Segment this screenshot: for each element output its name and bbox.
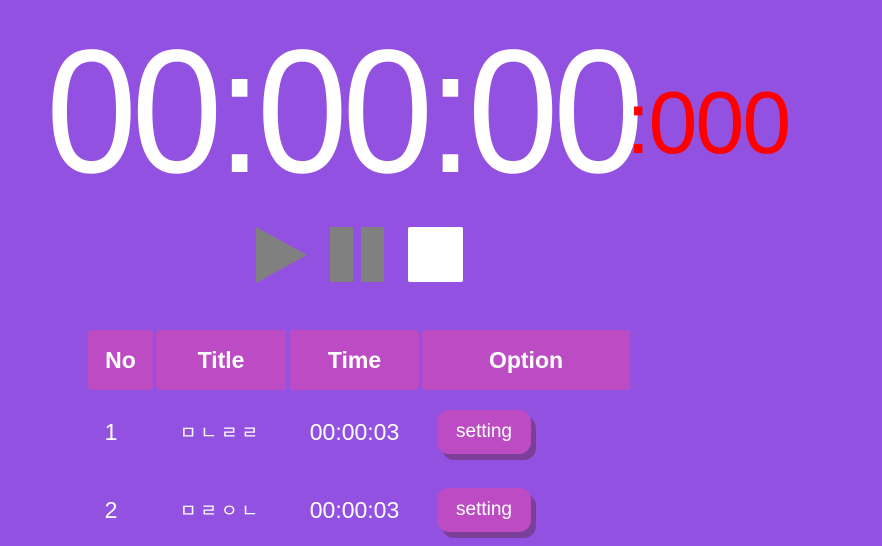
row-no: 2 [104,496,118,523]
play-button[interactable] [256,227,308,283]
header-option: Option [422,330,630,390]
header-no: No [88,330,153,390]
table-row: 2 ㅁㄹㅇㄴ 00:00:03 setting [88,480,648,540]
pause-button[interactable] [330,227,384,283]
row-option: setting [437,402,547,462]
row-title: ㅁㄴㄹㄹ [179,423,263,444]
table-row: 1 ㅁㄴㄹㄹ 00:00:03 setting [88,402,648,462]
row-title: ㅁㄹㅇㄴ [179,501,263,522]
header-title: Title [156,330,286,390]
setting-button[interactable]: setting [437,488,531,532]
play-icon [256,227,307,283]
timer-display: 00:00:00 [46,24,683,200]
stop-button[interactable] [408,227,463,282]
row-option: setting [437,480,547,540]
timer-milliseconds: :000 [626,73,791,172]
setting-button[interactable]: setting [437,410,531,454]
stopwatch-page: 00:00:00 :000 No Title Time Option 1 ㅁㄴㄹ [0,0,882,546]
header-time: Time [290,330,419,390]
timer-main: 00:00:00 [46,14,644,210]
row-time: 00:00:03 [309,496,400,523]
row-no: 1 [104,418,118,445]
row-time: 00:00:03 [309,418,400,445]
